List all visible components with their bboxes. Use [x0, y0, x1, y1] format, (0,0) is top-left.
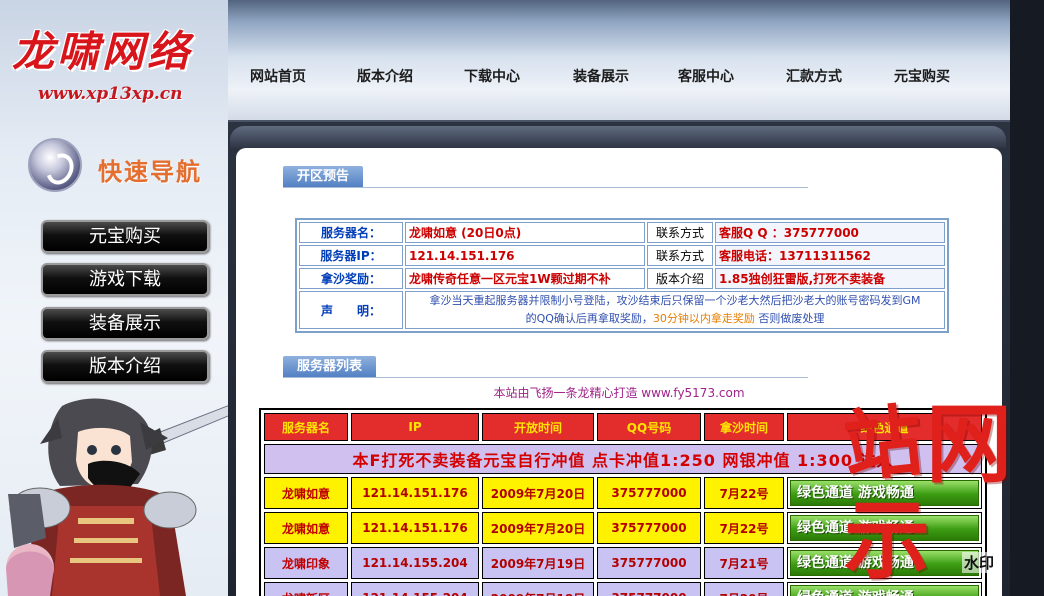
- reward-value: 龙啸传奇任意一区元宝1W颗过期不补: [405, 268, 645, 289]
- green-channel-button[interactable]: 绿色通道 游戏畅通: [790, 480, 979, 506]
- server-name-label: 服务器名：: [299, 222, 403, 243]
- section-divider: [283, 187, 808, 188]
- server-qq: 375777000: [597, 582, 701, 596]
- server-name: 龙啸印象: [264, 547, 348, 579]
- server-sha-time: 7月22号: [704, 512, 784, 544]
- side-button-equipment[interactable]: 装备展示: [41, 307, 209, 340]
- version-value: 1.85独创狂雷版,打死不卖装备: [715, 268, 945, 289]
- contact-label: 联系方式: [647, 222, 713, 243]
- green-channel-button[interactable]: 绿色通道 游戏畅通: [790, 515, 979, 541]
- quick-nav-header: 快速导航: [24, 138, 220, 198]
- top-nav-bar: 网站首页 版本介绍 下载中心 装备展示 客服中心 汇款方式 元宝购买: [228, 0, 1010, 120]
- server-sha-time: 7月22号: [704, 477, 784, 509]
- nav-payment[interactable]: 汇款方式: [786, 66, 842, 86]
- server-ip-value: 121.14.151.176: [405, 245, 645, 266]
- side-button-game-download[interactable]: 游戏下载: [41, 263, 209, 296]
- right-edge: [1010, 0, 1044, 596]
- character-illustration: [6, 398, 228, 596]
- table-row: 龙啸印象 121.14.155.204 2009年7月19日 375777000…: [264, 547, 982, 579]
- version-label: 版本介绍: [647, 268, 713, 289]
- server-qq: 375777000: [597, 477, 701, 509]
- announce-table: 服务器名： 龙啸如意 (20日0点) 联系方式 客服Q Q ：375777000…: [295, 218, 949, 333]
- left-sidebar: 龙啸网络 www.xp13xp.cn 快速导航 元宝购买 游戏下载 装备展示 版…: [0, 0, 228, 596]
- table-header-row: 服务器名 IP 开放时间 QQ号码 拿沙时间 绿色通道: [264, 413, 982, 441]
- nav-download[interactable]: 下载中心: [464, 66, 520, 86]
- compass-orb-icon: [28, 138, 82, 192]
- server-open-date: 2009年7月20日: [482, 477, 594, 509]
- frame-top-bar: [230, 126, 1006, 148]
- nav-equipment[interactable]: 装备展示: [573, 66, 629, 86]
- server-ip: 121.14.155.204: [351, 547, 479, 579]
- server-name: 龙啸如意: [264, 512, 348, 544]
- table-row: 声 明： 拿沙当天重起服务器并限制小号登陆，攻沙结束后只保留一个沙老大然后把沙老…: [299, 291, 945, 329]
- col-header-name: 服务器名: [264, 413, 348, 441]
- server-sha-time: 7月21号: [704, 547, 784, 579]
- contact-qq-value: 客服Q Q ：375777000: [715, 222, 945, 243]
- col-header-sha-time: 拿沙时间: [704, 413, 784, 441]
- server-open-date: 2009年7月19日: [482, 547, 594, 579]
- server-open-date: 2009年7月18日: [482, 582, 594, 596]
- green-channel-cell: 绿色通道 游戏畅通: [787, 477, 982, 509]
- server-list-table: 服务器名 IP 开放时间 QQ号码 拿沙时间 绿色通道 本F打死不卖装备元宝自行…: [259, 408, 987, 596]
- contact-phone-value: 客服电话：13711311562: [715, 245, 945, 266]
- table-row: 龙啸如意 121.14.151.176 2009年7月20日 375777000…: [264, 477, 982, 509]
- statement-line-2c: 否则做废处理: [754, 312, 825, 325]
- server-qq: 375777000: [597, 547, 701, 579]
- nav-home[interactable]: 网站首页: [250, 66, 306, 86]
- contact-label: 联系方式: [647, 245, 713, 266]
- table-row: 拿沙奖励： 龙啸传奇任意一区元宝1W颗过期不补 版本介绍 1.85独创狂雷版,打…: [299, 268, 945, 289]
- site-credit[interactable]: 本站由飞扬一条龙精心打造 www.fy5173.com: [236, 384, 1002, 401]
- col-header-qq: QQ号码: [597, 413, 701, 441]
- server-name: 龙啸新区: [264, 582, 348, 596]
- server-name: 龙啸如意: [264, 477, 348, 509]
- table-row: 服务器名： 龙啸如意 (20日0点) 联系方式 客服Q Q ：375777000: [299, 222, 945, 243]
- nav-service[interactable]: 客服中心: [678, 66, 734, 86]
- site-logo[interactable]: 龙啸网络 www.xp13xp.cn: [8, 12, 218, 120]
- server-ip: 121.14.151.176: [351, 512, 479, 544]
- server-qq: 375777000: [597, 512, 701, 544]
- logo-url: www.xp13xp.cn: [38, 84, 183, 104]
- server-sha-time: 7月20号: [704, 582, 784, 596]
- notice-row: 本F打死不卖装备元宝自行冲值 点卡冲值1:250 网银冲值 1:300 进入: [264, 444, 982, 474]
- nav-version[interactable]: 版本介绍: [357, 66, 413, 86]
- recharge-notice[interactable]: 本F打死不卖装备元宝自行冲值 点卡冲值1:250 网银冲值 1:300 进入: [264, 444, 982, 474]
- table-row: 服务器IP： 121.14.151.176 联系方式 客服电话：13711311…: [299, 245, 945, 266]
- col-header-open-time: 开放时间: [482, 413, 594, 441]
- logo-title: 龙啸网络: [12, 27, 193, 76]
- server-open-date: 2009年7月20日: [482, 512, 594, 544]
- green-channel-button[interactable]: 绿色通道 游戏畅通: [790, 585, 979, 596]
- table-row: 龙啸如意 121.14.151.176 2009年7月20日 375777000…: [264, 512, 982, 544]
- section-divider: [283, 377, 808, 378]
- green-channel-button[interactable]: 绿色通道 游戏畅通: [790, 550, 979, 576]
- section-tab-server-list: 服务器列表: [283, 356, 377, 378]
- side-button-buy-yuanbao[interactable]: 元宝购买: [41, 220, 209, 253]
- statement-text: 拿沙当天重起服务器并限制小号登陆，攻沙结束后只保留一个沙老大然后把沙老大的账号密…: [405, 291, 945, 329]
- quick-nav-label: 快速导航: [98, 157, 202, 186]
- table-row: 龙啸新区 121.14.155.204 2009年7月18日 375777000…: [264, 582, 982, 596]
- green-channel-cell: 绿色通道 游戏畅通: [787, 547, 982, 579]
- col-header-green-channel: 绿色通道: [787, 413, 982, 441]
- statement-label: 声 明：: [299, 291, 403, 329]
- green-channel-cell: 绿色通道 游戏畅通: [787, 512, 982, 544]
- server-ip: 121.14.155.204: [351, 582, 479, 596]
- reward-label: 拿沙奖励：: [299, 268, 403, 289]
- nav-buy-yuanbao[interactable]: 元宝购买: [894, 66, 950, 86]
- statement-highlight: 30分钟以内拿走奖励: [652, 312, 755, 325]
- server-ip: 121.14.151.176: [351, 477, 479, 509]
- statement-line-1: 拿沙当天重起服务器并限制小号登陆，攻沙结束后只保留一个沙老大然后把沙老大的账号密…: [429, 294, 921, 307]
- server-ip-label: 服务器IP：: [299, 245, 403, 266]
- server-name-value: 龙啸如意 (20日0点): [405, 222, 645, 243]
- statement-line-2a: 的QQ确认后再拿取奖励，: [525, 312, 653, 325]
- side-button-version[interactable]: 版本介绍: [41, 350, 209, 383]
- section-tab-announce: 开区预告: [283, 166, 364, 188]
- green-channel-cell: 绿色通道 游戏畅通: [787, 582, 982, 596]
- col-header-ip: IP: [351, 413, 479, 441]
